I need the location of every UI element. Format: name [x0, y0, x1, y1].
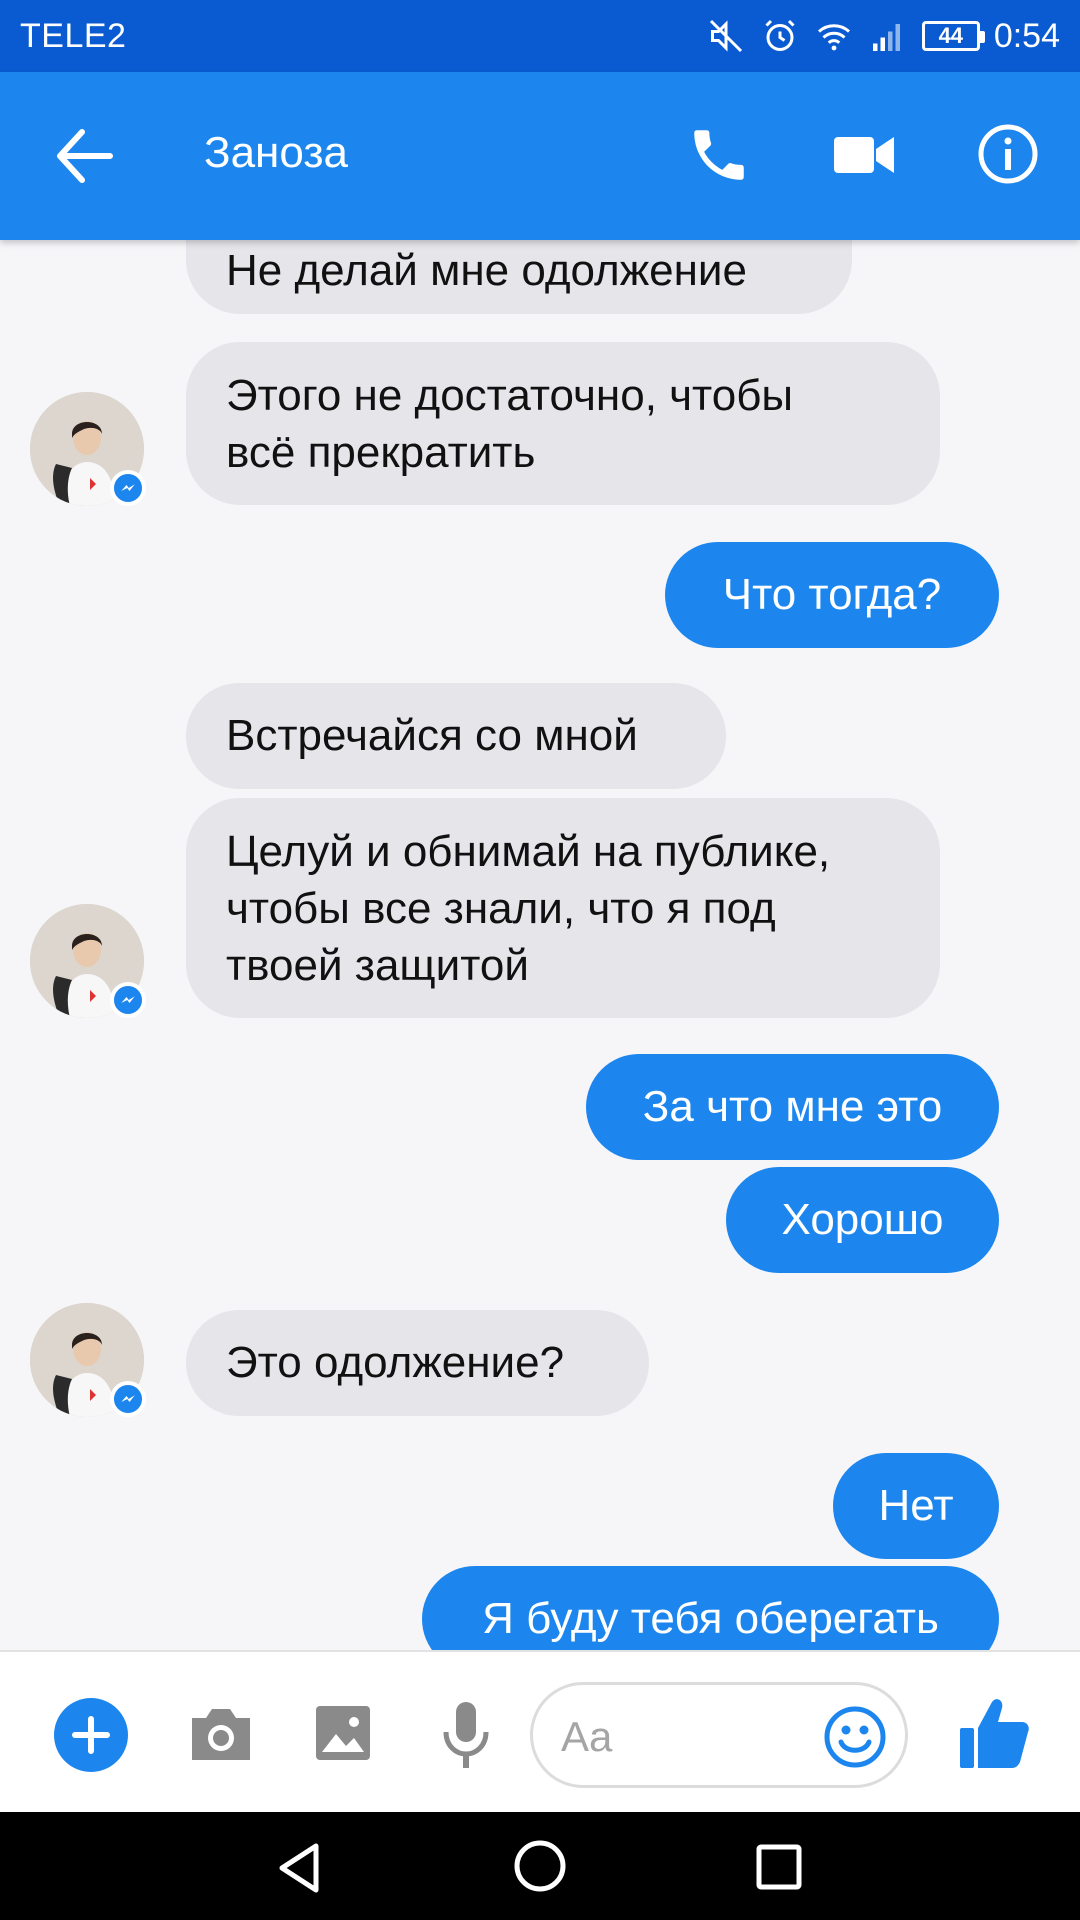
incoming-message[interactable]: Целуй и обнимай на публике, чтобы все зн… [186, 798, 940, 1018]
messenger-badge-icon [110, 982, 146, 1018]
avatar[interactable] [30, 1303, 146, 1417]
outgoing-message[interactable]: Что тогда? [665, 542, 999, 648]
message-input-container [530, 1682, 908, 1788]
carrier-name: TELE2 [20, 16, 127, 55]
signal-icon [868, 16, 908, 56]
back-button[interactable] [52, 126, 116, 186]
clock: 0:54 [993, 16, 1060, 55]
image-icon [316, 1706, 370, 1760]
chat-header: Заноза [0, 72, 1080, 240]
camera-button[interactable] [188, 1704, 254, 1764]
arrow-left-icon [57, 129, 113, 183]
nav-recents-button[interactable] [754, 1842, 804, 1892]
more-actions-button[interactable] [54, 1698, 128, 1772]
nav-home-button[interactable] [512, 1838, 568, 1894]
incoming-message[interactable]: Встречайся со мной [186, 683, 726, 789]
battery-indicator: 44 [921, 21, 985, 51]
nav-back-button[interactable] [272, 1840, 328, 1896]
status-icons: 44 0:54 [706, 16, 1060, 56]
info-icon [978, 124, 1038, 184]
thumbs-up-icon [960, 1699, 1029, 1768]
message-list[interactable]: Не делай мне одолжение Этого не достаточ… [0, 240, 1080, 1650]
message-composer [0, 1650, 1080, 1812]
messenger-badge-icon [110, 470, 146, 506]
contact-name[interactable]: Заноза [204, 128, 348, 178]
emoji-button[interactable] [823, 1705, 887, 1769]
alarm-icon [760, 16, 800, 56]
video-call-button[interactable] [832, 130, 896, 180]
mute-icon [706, 16, 746, 56]
microphone-icon [443, 1702, 489, 1768]
incoming-message[interactable]: Этого не достаточно, чтобы всё прекратит… [186, 342, 940, 505]
incoming-message[interactable]: Не делай мне одолжение [186, 240, 852, 314]
system-navigation-bar [0, 1812, 1080, 1920]
outgoing-message[interactable]: Нет [833, 1453, 999, 1559]
square-recents-icon [756, 1844, 802, 1890]
info-button[interactable] [976, 122, 1040, 186]
triangle-back-icon [279, 1843, 319, 1893]
smiley-icon [824, 1706, 886, 1768]
plus-icon [72, 1716, 110, 1754]
voice-message-button[interactable] [440, 1700, 492, 1770]
messenger-badge-icon [110, 1381, 146, 1417]
incoming-message[interactable]: Это одолжение? [186, 1310, 649, 1416]
wifi-icon [814, 16, 854, 56]
avatar[interactable] [30, 392, 146, 506]
like-button[interactable] [958, 1696, 1030, 1770]
call-button[interactable] [686, 122, 752, 188]
outgoing-message[interactable]: Я буду тебя оберегать [422, 1566, 999, 1650]
gallery-button[interactable] [314, 1704, 372, 1762]
avatar[interactable] [30, 904, 146, 1018]
message-input[interactable] [561, 1707, 821, 1767]
circle-home-icon [514, 1840, 566, 1892]
camera-icon [192, 1709, 250, 1760]
outgoing-message[interactable]: Хорошо [726, 1167, 999, 1273]
video-camera-icon [834, 137, 894, 173]
status-bar: TELE2 44 0:54 [0, 0, 1080, 72]
phone-icon [694, 130, 744, 180]
outgoing-message[interactable]: За что мне это [586, 1054, 999, 1160]
